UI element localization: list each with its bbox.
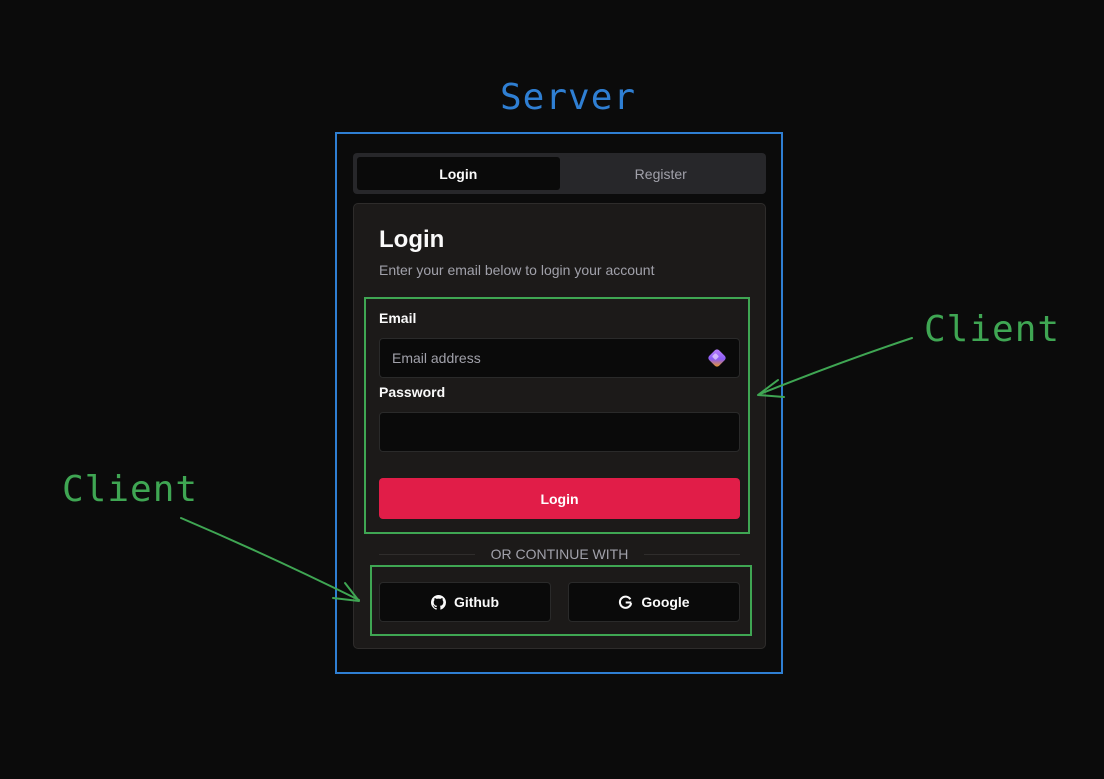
email-input[interactable] [379,338,740,378]
google-login-button[interactable]: Google [568,582,740,622]
github-icon [430,594,446,610]
divider-line-right [644,553,740,555]
arrow-client-left [180,517,360,602]
divider-line-left [379,553,475,555]
divider-text: OR CONTINUE WITH [490,546,629,562]
auth-tabs: Login Register [353,153,766,194]
password-label: Password [379,384,446,400]
google-icon [619,595,633,609]
password-manager-gem-icon[interactable] [706,347,728,369]
tab-register[interactable]: Register [560,157,763,190]
client-annotation-label-right: Client [924,309,1061,350]
client-annotation-label-left: Client [62,469,199,510]
email-label: Email [379,310,417,326]
server-annotation-label: Server [500,77,637,118]
github-button-label: Github [453,594,500,610]
card-description: Enter your email below to login your acc… [379,262,655,278]
tab-login[interactable]: Login [357,157,560,190]
card-title: Login [379,226,445,253]
divider: OR CONTINUE WITH [379,545,740,563]
password-input[interactable] [379,412,740,452]
login-submit-button[interactable]: Login [379,478,740,519]
google-button-label: Google [641,594,690,610]
github-login-button[interactable]: Github [379,582,551,622]
